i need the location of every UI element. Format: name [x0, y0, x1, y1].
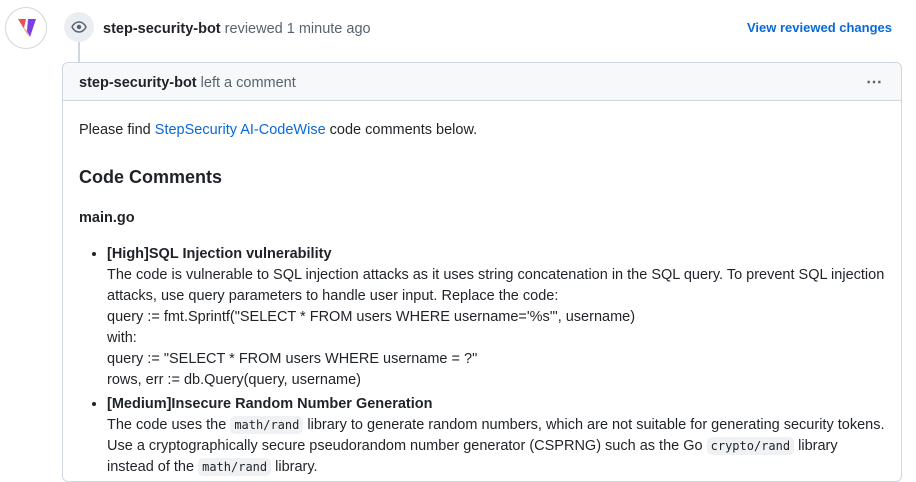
- review-author-link[interactable]: step-security-bot: [103, 21, 221, 37]
- review-header: step-security-bot reviewed 1 minute ago: [103, 20, 371, 38]
- code-comments-heading: Code Comments: [79, 167, 223, 187]
- review-time[interactable]: 1 minute ago: [287, 21, 371, 37]
- avatar[interactable]: [5, 7, 47, 49]
- kebab-menu-icon[interactable]: ⋯: [866, 72, 883, 92]
- item-code-line: query := "SELECT * FROM users WHERE user…: [107, 351, 478, 367]
- file-heading: main.go: [79, 210, 135, 226]
- comment-box: step-security-bot left a comment ⋯ Pleas…: [62, 62, 902, 482]
- inline-code: math/rand: [198, 458, 272, 476]
- comment-body: Please find StepSecurity AI-CodeWise cod…: [63, 101, 901, 478]
- codewise-link[interactable]: StepSecurity AI-CodeWise: [155, 122, 326, 138]
- review-badge: [64, 12, 94, 42]
- review-action: reviewed: [224, 21, 283, 37]
- comment-author-link[interactable]: step-security-bot: [79, 75, 197, 91]
- item-code-line: query := fmt.Sprintf("SELECT * FROM user…: [107, 309, 636, 325]
- inline-code: math/rand: [230, 416, 304, 434]
- intro-after: code comments below.: [325, 122, 478, 138]
- item-title: [High]SQL Injection vulnerability: [107, 246, 332, 262]
- item-text: library.: [271, 459, 318, 475]
- list-item: [High]SQL Injection vulnerability The co…: [107, 244, 885, 391]
- comment-header: step-security-bot left a comment ⋯: [63, 63, 901, 101]
- intro-text: Please find StepSecurity AI-CodeWise cod…: [79, 120, 885, 141]
- item-code-line: rows, err := db.Query(query, username): [107, 372, 361, 388]
- eye-icon: [71, 21, 87, 33]
- item-text: The code is vulnerable to SQL injection …: [107, 267, 885, 304]
- item-title: [Medium]Insecure Random Number Generatio…: [107, 396, 433, 412]
- timeline-line: [78, 40, 80, 62]
- view-reviewed-changes-link[interactable]: View reviewed changes: [747, 20, 892, 36]
- item-text: with:: [107, 330, 137, 346]
- comment-list: [High]SQL Injection vulnerability The co…: [79, 244, 885, 478]
- stepsecurity-logo-icon: [18, 19, 36, 37]
- comment-action: left a comment: [200, 75, 296, 91]
- intro-before: Please find: [79, 122, 155, 138]
- item-text: The code uses the: [107, 417, 231, 433]
- list-item: [Medium]Insecure Random Number Generatio…: [107, 394, 885, 478]
- inline-code: crypto/rand: [706, 437, 795, 455]
